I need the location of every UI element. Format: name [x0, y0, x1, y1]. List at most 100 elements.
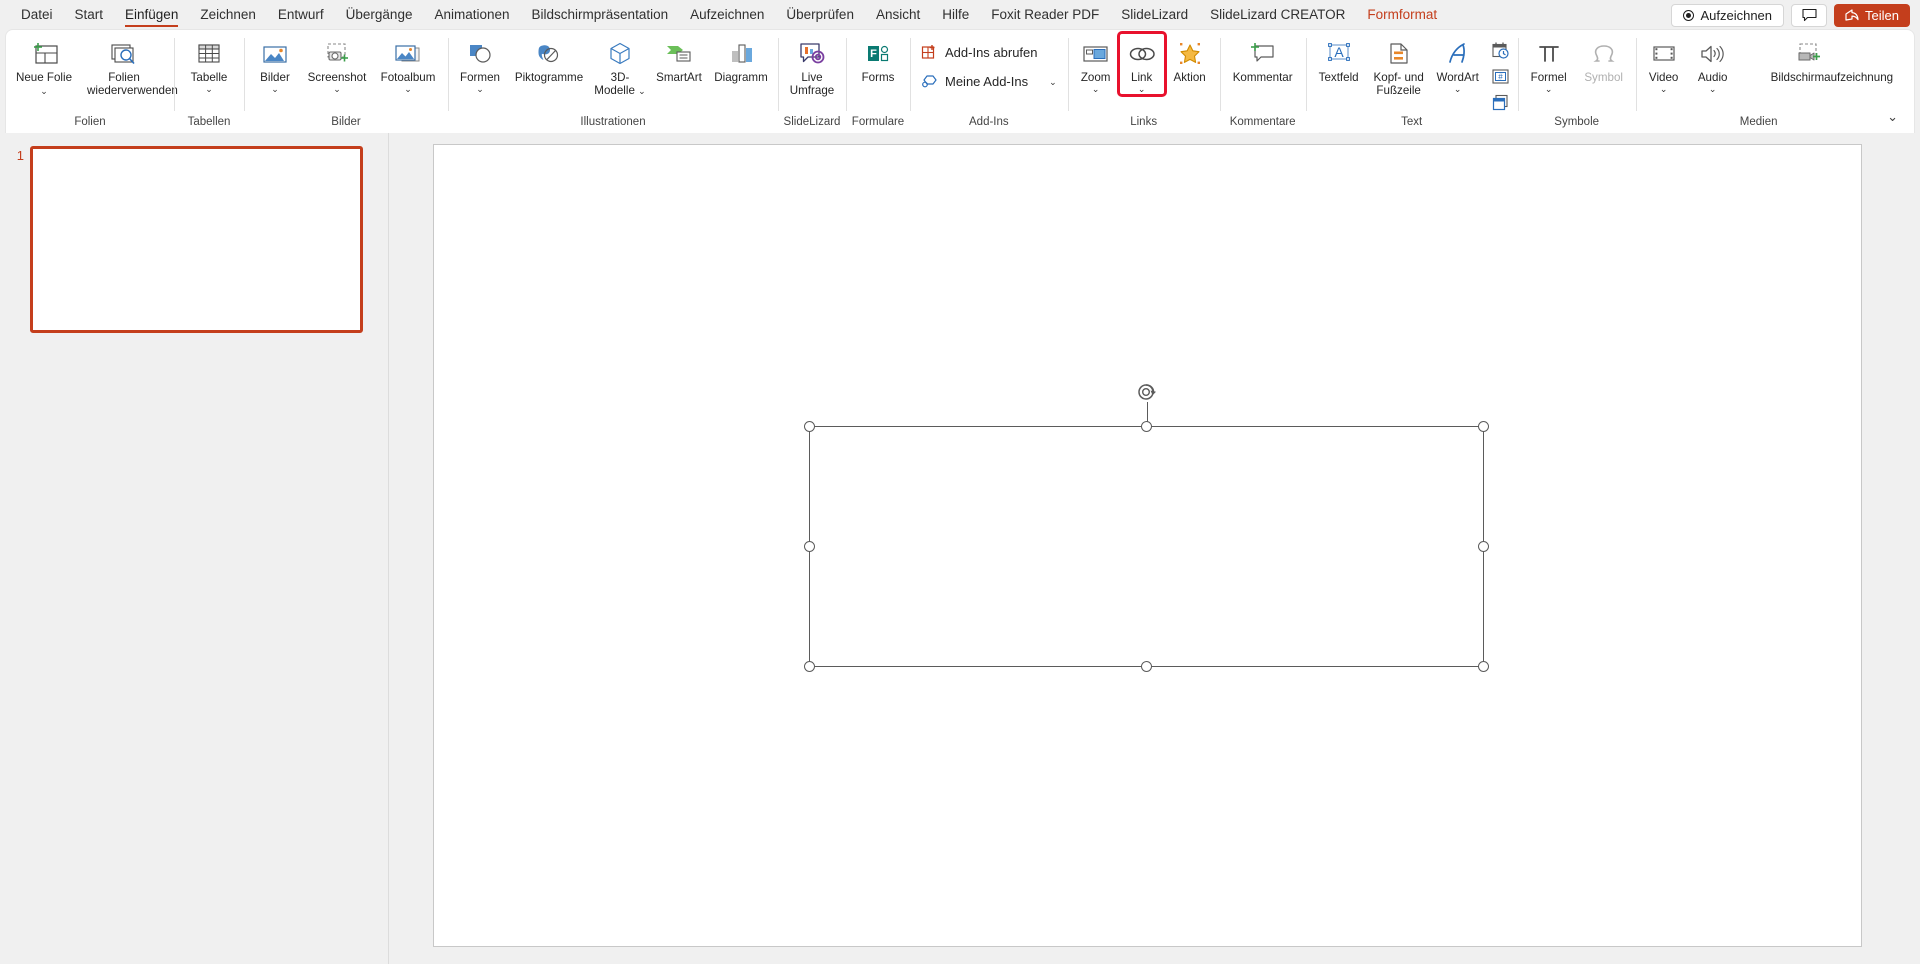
chevron-down-icon[interactable]: ⌄	[1049, 77, 1057, 87]
chevron-down-icon[interactable]: ⌄	[1660, 85, 1668, 94]
chevron-down-icon[interactable]: ⌄	[1138, 85, 1146, 94]
smartart-button[interactable]: SmartArt	[650, 34, 708, 84]
header-footer-button[interactable]: Kopf- und Fußzeile	[1368, 34, 1430, 97]
photo-album-button[interactable]: Fotoalbum ⌄	[372, 34, 444, 94]
menu-item-entwurf[interactable]: Entwurf	[267, 2, 335, 28]
chevron-down-icon[interactable]: ⌄	[1092, 85, 1100, 94]
forms-icon: F	[864, 37, 892, 71]
chart-button[interactable]: Diagramm	[708, 34, 774, 84]
resize-handle-middle-right[interactable]	[1478, 540, 1489, 552]
chevron-down-icon[interactable]: ⌄	[271, 85, 279, 94]
live-poll-button[interactable]: Live Umfrage	[782, 34, 842, 97]
resize-handle-bottom-left[interactable]	[804, 661, 815, 672]
rotation-handle[interactable]	[1136, 382, 1158, 404]
ribbon-group-label-links: Links	[1130, 116, 1158, 128]
icons-button[interactable]: Piktogramme	[508, 34, 590, 84]
link-button[interactable]: Link ⌄	[1116, 31, 1167, 97]
ribbon-group-label-formulare: Formulare	[851, 116, 905, 128]
wordart-button[interactable]: WordArt ⌄	[1430, 34, 1486, 94]
chevron-down-icon[interactable]: ⌄	[638, 86, 646, 96]
menu-item-slidelizard-creator[interactable]: SlideLizard CREATOR	[1199, 2, 1356, 28]
zoom-label: Zoom	[1080, 71, 1111, 84]
chevron-down-icon[interactable]: ⌄	[205, 85, 213, 94]
share-button[interactable]: Teilen	[1834, 3, 1910, 27]
resize-handle-bottom-center[interactable]	[1140, 661, 1152, 672]
menu-item-slidelizard[interactable]: SlideLizard	[1110, 2, 1199, 28]
chevron-down-icon[interactable]: ⌄	[333, 85, 341, 94]
text-extra-buttons: #	[1488, 34, 1514, 114]
reuse-slides-button[interactable]: Folien wiederverwenden	[78, 34, 178, 97]
resize-handle-top-right[interactable]	[1478, 421, 1489, 432]
table-button[interactable]: Tabelle ⌄	[178, 34, 240, 94]
forms-button[interactable]: F Forms	[850, 34, 906, 84]
menu-item-foxit-reader-pdf[interactable]: Foxit Reader PDF	[980, 2, 1110, 28]
record-button[interactable]: Aufzeichnen	[1671, 3, 1785, 27]
menu-item-hilfe[interactable]: Hilfe	[931, 2, 980, 28]
chart-icon	[727, 37, 755, 71]
menu-item-ueberpruefen[interactable]: Überprüfen	[775, 2, 865, 28]
resize-handle-middle-left[interactable]	[804, 540, 815, 552]
menu-item-einfuegen[interactable]: Einfügen	[114, 2, 189, 28]
menu-item-aufzeichnen[interactable]: Aufzeichnen	[679, 2, 775, 28]
menu-item-animationen[interactable]: Animationen	[423, 2, 520, 28]
screenshot-label: Screenshot	[307, 71, 367, 84]
text-box-button[interactable]: A Textfeld	[1310, 34, 1368, 84]
chevron-down-icon[interactable]: ⌄	[404, 85, 412, 94]
menu-item-uebergaenge[interactable]: Übergänge	[335, 2, 424, 28]
resize-handle-bottom-right[interactable]	[1478, 661, 1489, 672]
slide-thumbnail-1[interactable]	[30, 146, 363, 333]
pictures-button[interactable]: Bilder ⌄	[248, 34, 302, 94]
screen-recording-button[interactable]: Bildschirmaufzeichnung	[1738, 34, 1893, 84]
screenshot-button[interactable]: Screenshot ⌄	[302, 34, 372, 94]
menu-item-start[interactable]: Start	[64, 2, 115, 28]
3d-models-button[interactable]: 3D-Modelle ⌄	[590, 34, 650, 97]
menu-item-formformat[interactable]: Formformat	[1356, 2, 1448, 28]
selected-shape[interactable]	[804, 384, 1489, 672]
menu-item-ansicht[interactable]: Ansicht	[865, 2, 931, 28]
menu-item-bildschirmpraesentation[interactable]: Bildschirmpräsentation	[521, 2, 680, 28]
chevron-down-icon[interactable]: ⌄	[1545, 85, 1553, 94]
audio-button[interactable]: Audio ⌄	[1688, 34, 1738, 94]
slide-number-button[interactable]: #	[1488, 64, 1514, 88]
symbol-label: Symbol	[1584, 71, 1623, 84]
video-button[interactable]: Video ⌄	[1640, 34, 1688, 94]
insert-object-button[interactable]	[1488, 90, 1514, 114]
action-label: Aktion	[1173, 71, 1206, 84]
ribbon-group-folien: Neue Folie ⌄ Folien wiederverwenden Foli…	[6, 30, 178, 133]
chevron-down-icon[interactable]: ⌄	[476, 85, 484, 94]
action-button[interactable]: Aktion	[1164, 34, 1216, 84]
zoom-button[interactable]: Zoom ⌄	[1072, 34, 1120, 94]
symbol-button[interactable]: Symbol	[1576, 34, 1632, 84]
resize-handle-top-left[interactable]	[804, 421, 815, 432]
shapes-button[interactable]: Formen ⌄	[452, 34, 508, 94]
ribbon-group-label-kommentare: Kommentare	[1229, 116, 1296, 128]
get-addins-button[interactable]: Add-Ins abrufen	[914, 40, 1064, 65]
comment-button[interactable]: Kommentar	[1224, 34, 1302, 84]
menu-item-zeichnen[interactable]: Zeichnen	[189, 2, 267, 28]
chart-label: Diagramm	[714, 71, 768, 84]
resize-handle-top-center[interactable]	[1140, 421, 1152, 432]
ribbon-group-label-addins: Add-Ins	[969, 116, 1009, 128]
text-box-label: Textfeld	[1318, 71, 1359, 84]
screenshot-icon	[323, 37, 351, 71]
record-icon	[1683, 9, 1695, 21]
ribbon-group-label-text: Text	[1401, 116, 1423, 128]
chevron-down-icon[interactable]: ⌄	[1454, 85, 1462, 94]
equation-button[interactable]: Formel ⌄	[1522, 34, 1576, 94]
audio-icon	[1698, 37, 1728, 71]
smartart-icon	[664, 37, 694, 71]
comments-button[interactable]	[1791, 3, 1828, 27]
collapse-ribbon-button[interactable]: ⌄	[1881, 107, 1904, 127]
my-addins-label: Meine Add-Ins	[945, 74, 1029, 89]
my-addins-button[interactable]: Meine Add-Ins ⌄	[914, 69, 1064, 94]
chevron-down-icon[interactable]: ⌄	[40, 86, 48, 96]
chevron-down-icon[interactable]: ⌄	[1709, 85, 1717, 94]
new-slide-button[interactable]: Neue Folie ⌄	[10, 34, 78, 97]
slide-editing-area[interactable]	[389, 133, 1920, 964]
3d-models-icon	[606, 37, 634, 71]
pictures-icon	[261, 37, 289, 71]
menu-item-datei[interactable]: Datei	[10, 2, 64, 28]
date-time-button[interactable]	[1488, 38, 1514, 62]
comment-label: Kommentar	[1232, 71, 1293, 84]
slide-canvas[interactable]	[433, 144, 1862, 947]
